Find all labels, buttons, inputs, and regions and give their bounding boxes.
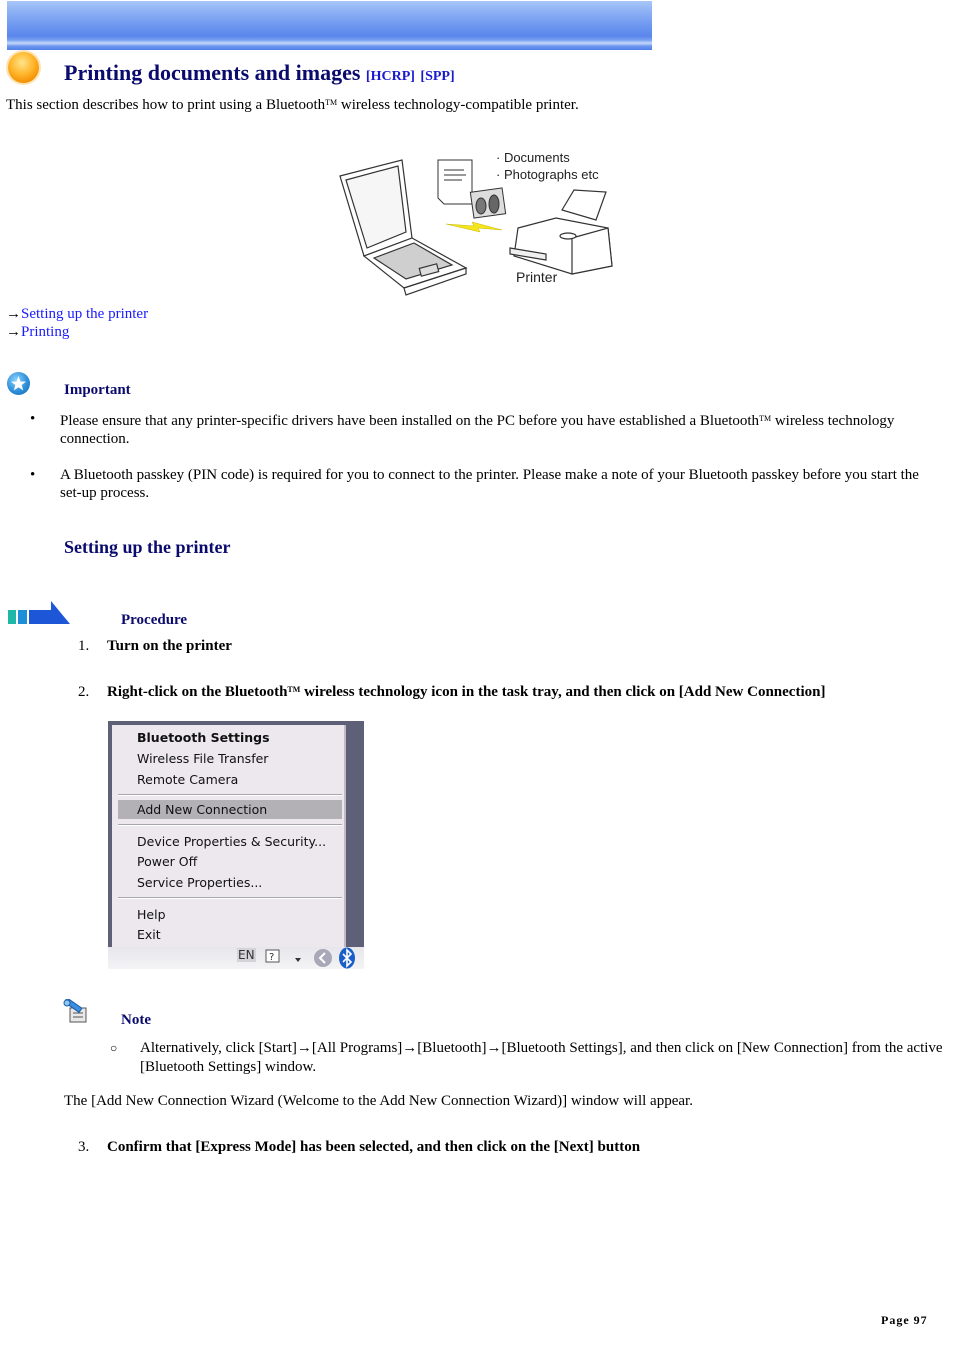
photo-icon	[469, 187, 507, 219]
menu-separator	[118, 824, 342, 826]
arrow-icon: →	[6, 306, 21, 322]
tm-mark: TM	[325, 98, 338, 107]
language-indicator[interactable]: EN	[237, 948, 256, 962]
menu-item-help[interactable]: Help	[137, 907, 166, 922]
procedure-arrow-icon	[8, 601, 70, 624]
menu-item-remote-camera[interactable]: Remote Camera	[137, 772, 238, 787]
important-heading: Important	[64, 382, 131, 398]
important-item: A Bluetooth passkey (PIN code) is requir…	[30, 466, 930, 502]
step-text-after: wireless technology icon in the task tra…	[300, 684, 826, 700]
wireless-bolt-icon	[445, 221, 503, 233]
setup-printer-link[interactable]: Setting up the printer	[21, 306, 148, 322]
document-icon	[437, 159, 473, 205]
header-banner	[7, 1, 652, 50]
wizard-appears-text: The [Add New Connection Wizard (Welcome …	[64, 1093, 693, 1109]
menu-item-exit[interactable]: Exit	[137, 927, 161, 942]
note-item: Alternatively, click [Start]→[All Progra…	[110, 1039, 945, 1077]
page-number: Page 97	[881, 1313, 928, 1327]
important-list: Please ensure that any printer-specific …	[30, 410, 930, 520]
tm-mark: TM	[287, 685, 301, 694]
intro-before: This section describes how to print usin…	[6, 97, 326, 113]
step-text: Confirm that [Express Mode] has been sel…	[107, 1139, 641, 1155]
printing-link[interactable]: Printing	[21, 324, 69, 340]
bluetooth-context-menu: Bluetooth Settings Wireless File Transfe…	[112, 725, 346, 949]
page-title-text: Printing documents and images	[64, 60, 361, 85]
note-list: Alternatively, click [Start]→[All Progra…	[110, 1039, 945, 1077]
step-text-before: Right-click on the Bluetooth	[107, 684, 288, 700]
svg-text:?: ?	[269, 952, 274, 963]
step-number: 3.	[78, 1139, 90, 1155]
important-item: Please ensure that any printer-specific …	[30, 410, 930, 448]
section-links: →Setting up the printer →Printing	[6, 305, 148, 341]
page-title: Printing documents and images [HCRP] [SP…	[64, 60, 455, 86]
intro-text: This section describes how to print usin…	[6, 97, 579, 114]
documents-caption: · Documents	[496, 150, 570, 165]
step-text: Turn on the printer	[107, 638, 232, 654]
menu-separator	[118, 897, 342, 899]
bluetooth-tray-icon[interactable]	[338, 947, 356, 969]
menu-item-add-new-connection[interactable]: Add New Connection	[137, 802, 267, 817]
spp-link[interactable]: [SPP]	[420, 69, 454, 84]
link-row-printing: →Printing	[6, 323, 148, 341]
step-text: Right-click on the BluetoothTM wireless …	[107, 684, 825, 701]
note-pencil-icon	[63, 999, 87, 1023]
tray-collapse-icon[interactable]	[313, 948, 333, 968]
important-star-icon	[7, 372, 30, 395]
photographs-caption: · Photographs etc	[496, 167, 599, 182]
context-menu-screenshot: Bluetooth Settings Wireless File Transfe…	[108, 721, 364, 969]
hcrp-link[interactable]: [HCRP]	[366, 69, 415, 84]
menu-separator	[118, 794, 342, 796]
task-tray: EN ?	[108, 947, 364, 969]
menu-item-service-properties[interactable]: Service Properties...	[137, 875, 262, 890]
link-row-setup: →Setting up the printer	[6, 305, 148, 323]
step-number: 2.	[78, 684, 90, 700]
step-number: 1.	[78, 638, 90, 654]
menu-item-device-properties[interactable]: Device Properties & Security...	[137, 834, 326, 849]
tm-mark: TM	[759, 414, 772, 423]
procedure-label: Procedure	[121, 612, 188, 628]
arrow-icon: →	[6, 324, 21, 340]
tray-help-icon[interactable]: ?	[264, 949, 282, 965]
setup-section-heading: Setting up the printer	[64, 537, 231, 557]
intro-after: wireless technology-compatible printer.	[337, 97, 579, 113]
menu-item-wireless-file-transfer[interactable]: Wireless File Transfer	[137, 751, 268, 766]
printer-icon	[509, 189, 613, 275]
menu-item-power-off[interactable]: Power Off	[137, 854, 197, 869]
printer-caption: Printer	[516, 269, 558, 285]
laptop-printer-illustration: · Documents · Photographs etc Printer	[339, 150, 613, 296]
note-heading: Note	[121, 1012, 151, 1028]
tray-dropdown-icon[interactable]	[294, 957, 302, 963]
orange-ball-icon	[8, 52, 39, 83]
item-text: A Bluetooth passkey (PIN code) is requir…	[60, 467, 919, 501]
menu-item-bluetooth-settings[interactable]: Bluetooth Settings	[137, 730, 270, 745]
item-text: Please ensure that any printer-specific …	[60, 413, 760, 429]
